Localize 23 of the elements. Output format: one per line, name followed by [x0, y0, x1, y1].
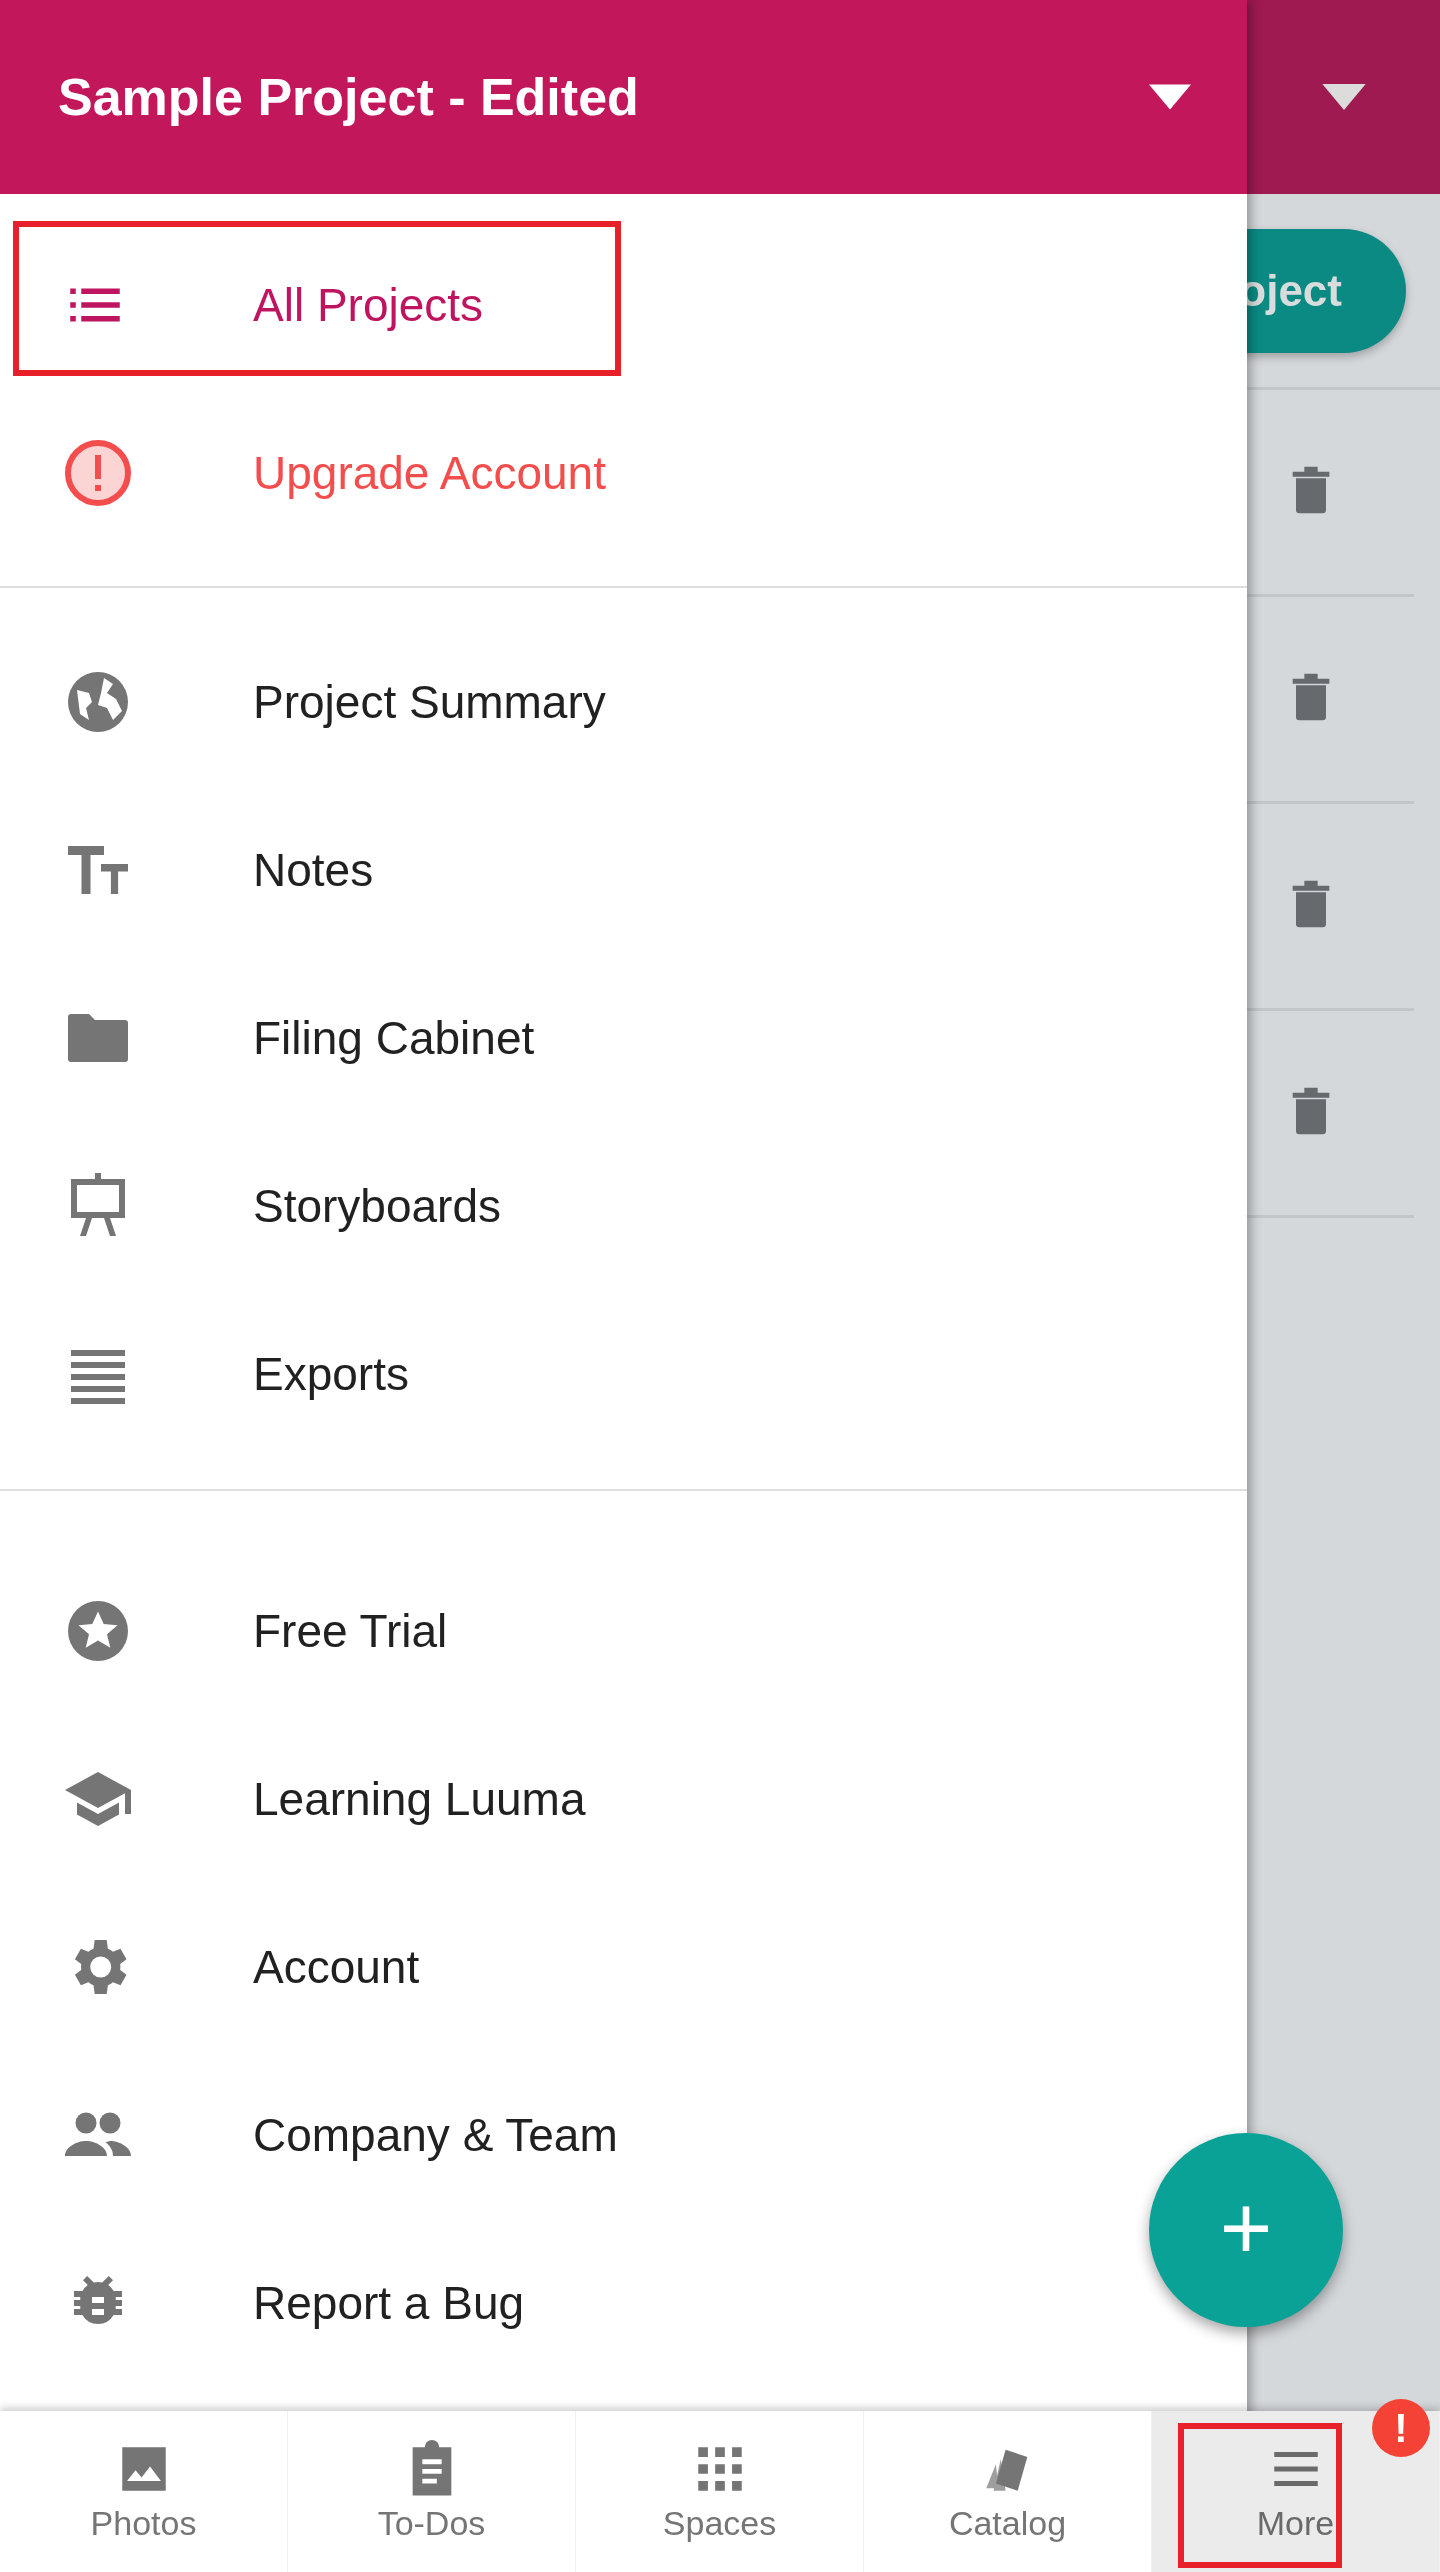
- menu-item[interactable]: Notes: [0, 786, 621, 954]
- menu-item[interactable]: Account: [0, 1883, 621, 2051]
- trash-icon[interactable]: [1291, 672, 1331, 722]
- menu-item[interactable]: Report a Bug: [0, 2219, 621, 2387]
- menu-item[interactable]: All Projects: [0, 221, 621, 389]
- trash-icon[interactable]: [1291, 1086, 1331, 1136]
- dropdown-triangle-icon[interactable]: [1322, 84, 1366, 110]
- nav-tab[interactable]: To-Dos: [288, 2411, 576, 2572]
- nav-tab[interactable]: Photos: [0, 2411, 288, 2572]
- dropdown-triangle-icon[interactable]: [1149, 84, 1191, 110]
- trash-icon[interactable]: [1291, 879, 1331, 929]
- trash-icon[interactable]: [1291, 465, 1331, 515]
- nav-tab[interactable]: Spaces: [576, 2411, 864, 2572]
- project-title[interactable]: Sample Project - Edited: [58, 67, 639, 127]
- menu-item[interactable]: Project Summary: [0, 618, 636, 786]
- menu-item[interactable]: Free Trial: [0, 1547, 621, 1715]
- menu-item[interactable]: Exports: [0, 1290, 621, 1458]
- menu-item[interactable]: Learning Luuma: [0, 1715, 621, 1883]
- menu-item[interactable]: Storyboards: [0, 1122, 621, 1290]
- alert-icon: [62, 437, 134, 509]
- alert-badge: !: [1372, 2399, 1430, 2457]
- menu-item[interactable]: Company & Team: [0, 2051, 648, 2219]
- menu-item[interactable]: Filing Cabinet: [0, 954, 621, 1122]
